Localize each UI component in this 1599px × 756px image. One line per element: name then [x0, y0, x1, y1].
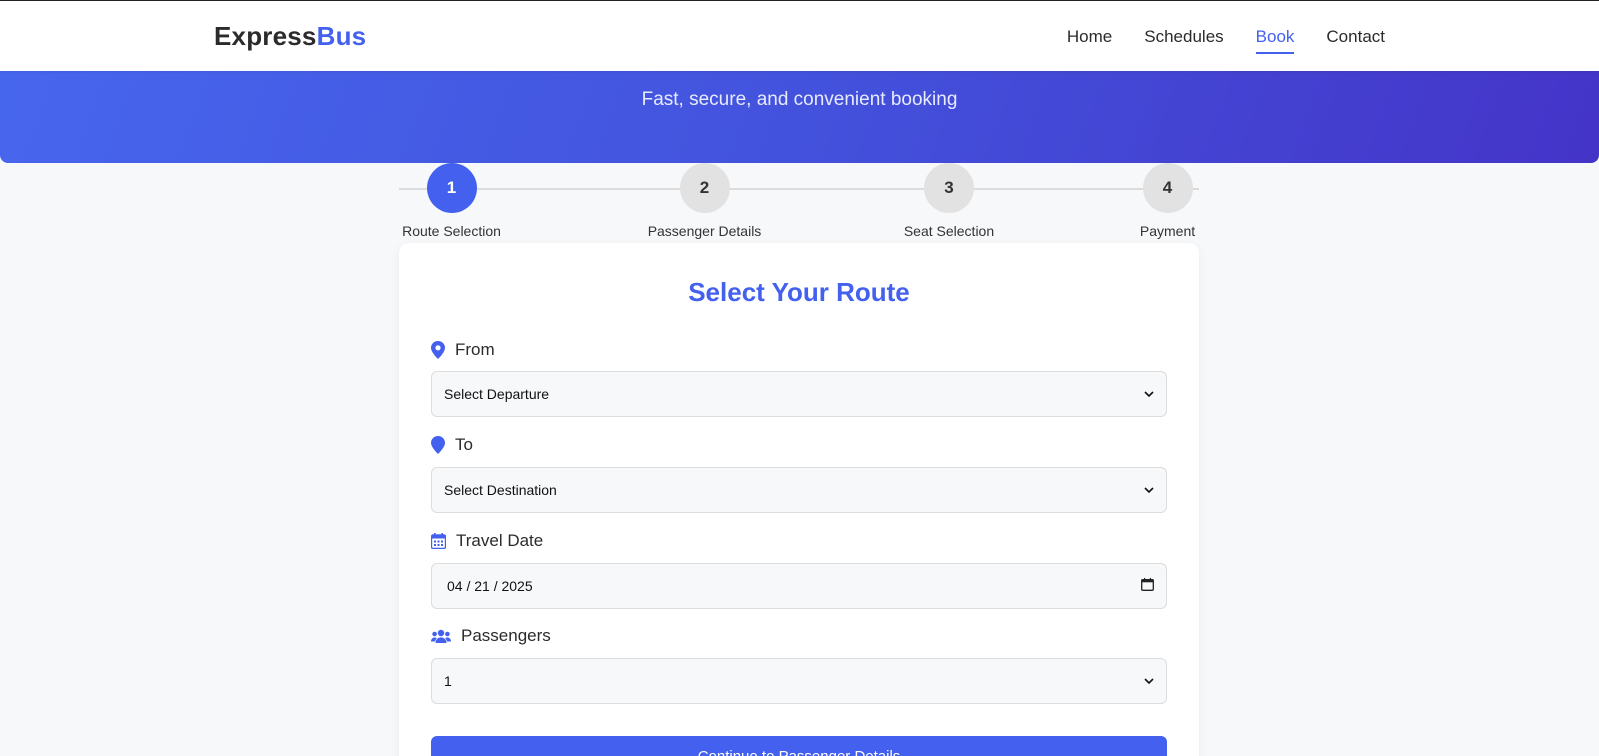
hero-banner: Fast, secure, and convenient booking [0, 71, 1599, 163]
from-select-value: Select Departure [444, 386, 550, 402]
passengers-select[interactable]: 1 [431, 658, 1167, 704]
logo-text-primary: Express [214, 21, 317, 51]
calendar-picker-icon[interactable] [1141, 578, 1154, 594]
site-logo[interactable]: ExpressBus [214, 21, 366, 52]
site-header: ExpressBus Home Schedules Book Contact [0, 0, 1599, 71]
main-nav: Home Schedules Book Contact [1067, 27, 1385, 54]
nav-home[interactable]: Home [1067, 27, 1112, 54]
nav-schedules[interactable]: Schedules [1144, 27, 1223, 54]
step-label: Route Selection [402, 223, 501, 239]
calendar-icon [431, 533, 446, 549]
travel-date-input[interactable]: 04 / 21 / 2025 [431, 563, 1167, 609]
map-pin-icon [431, 341, 445, 359]
step-number: 3 [924, 163, 974, 213]
passengers-label-text: Passengers [461, 626, 551, 645]
passengers-select-value: 1 [444, 673, 452, 689]
from-label-text: From [455, 340, 495, 359]
form-title: Select Your Route [688, 277, 910, 307]
map-pin-icon [431, 436, 445, 454]
step-label: Seat Selection [903, 223, 995, 239]
step-seat-selection[interactable]: 3 Seat Selection [901, 163, 997, 239]
to-select[interactable]: Select Destination [431, 467, 1167, 513]
step-number: 2 [679, 163, 730, 213]
step-number: 4 [1142, 163, 1193, 213]
continue-button[interactable]: Continue to Passenger Details [431, 736, 1167, 756]
step-label: Payment [1139, 223, 1196, 239]
to-label: To [431, 435, 473, 455]
travel-date-value: 04 / 21 / 2025 [447, 578, 533, 594]
chevron-down-icon [1144, 674, 1154, 688]
passengers-label: Passengers [431, 626, 551, 646]
stepper-track [399, 188, 1199, 190]
to-select-value: Select Destination [444, 482, 557, 498]
route-selection-card: Select Your Route From Select Departure … [399, 243, 1199, 756]
from-select[interactable]: Select Departure [431, 371, 1167, 417]
travel-date-label-text: Travel Date [456, 531, 544, 550]
nav-contact[interactable]: Contact [1326, 27, 1385, 54]
hero-subtitle: Fast, secure, and convenient booking [641, 89, 958, 110]
chevron-down-icon [1144, 483, 1154, 497]
chevron-down-icon [1144, 387, 1154, 401]
step-passenger-details[interactable]: 2 Passenger Details [642, 163, 767, 239]
booking-stepper: 1 Route Selection 2 Passenger Details 3 … [399, 163, 1199, 243]
to-label-text: To [455, 435, 473, 454]
step-number: 1 [426, 163, 477, 213]
step-payment[interactable]: 4 Payment [1136, 163, 1199, 239]
travel-date-label: Travel Date [431, 531, 543, 551]
logo-text-accent: Bus [316, 21, 367, 51]
step-label: Passenger Details [647, 223, 762, 239]
from-label: From [431, 340, 495, 360]
step-route-selection[interactable]: 1 Route Selection [399, 163, 504, 239]
users-icon [431, 629, 451, 644]
nav-book[interactable]: Book [1255, 27, 1295, 54]
